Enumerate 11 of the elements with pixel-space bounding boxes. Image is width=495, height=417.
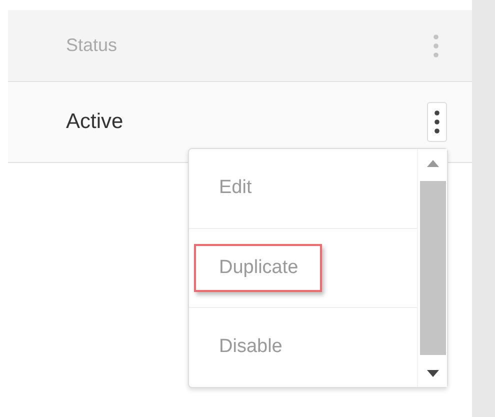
scroll-up-arrow-icon[interactable]	[426, 160, 438, 166]
scroll-down-arrow-icon[interactable]	[426, 370, 438, 376]
menu-item[interactable]: Disable	[194, 323, 306, 372]
status-text: Active	[66, 109, 124, 136]
menu-item[interactable]: Duplicate	[194, 244, 322, 292]
more-button[interactable]	[427, 102, 447, 142]
more-icon	[433, 34, 439, 58]
scrollbar-thumb[interactable]	[420, 181, 446, 355]
menu-item[interactable]: Edit	[194, 164, 276, 213]
column-header: Status	[66, 34, 118, 57]
more-icon	[434, 110, 440, 134]
